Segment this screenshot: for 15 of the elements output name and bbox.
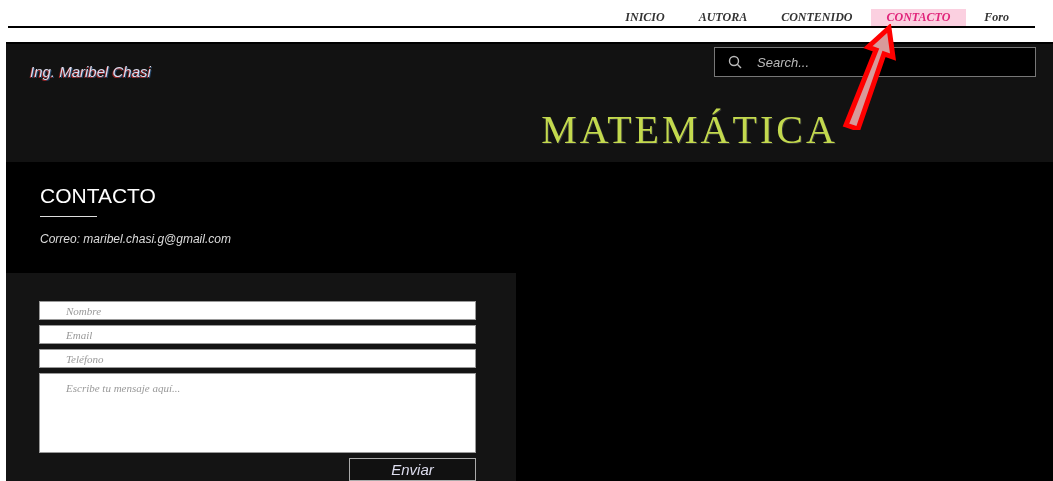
nav-link[interactable]: INICIO — [609, 9, 681, 26]
author-name: Ing. Maribel Chasi — [30, 63, 151, 80]
input-field[interactable]: Email — [39, 325, 476, 345]
nav-link[interactable]: Foro — [968, 9, 1025, 26]
nav-link[interactable]: AUTORA — [682, 9, 764, 26]
message-field[interactable]: Escribe tu mensaje aquí... — [39, 373, 476, 454]
section-heading: CONTACTO — [40, 184, 156, 208]
submit-button[interactable]: Enviar — [349, 458, 476, 481]
search-field[interactable]: Search... — [714, 47, 1036, 77]
nav-link[interactable]: CONTENIDO — [765, 9, 869, 26]
search-icon — [728, 55, 742, 69]
site-title: MATEMÁTICA — [540, 106, 839, 153]
input-field[interactable]: Teléfono — [39, 349, 476, 369]
email-text: Correo: maribel.chasi.g@gmail.com — [40, 232, 232, 246]
input-field[interactable]: Nombre — [39, 301, 476, 321]
